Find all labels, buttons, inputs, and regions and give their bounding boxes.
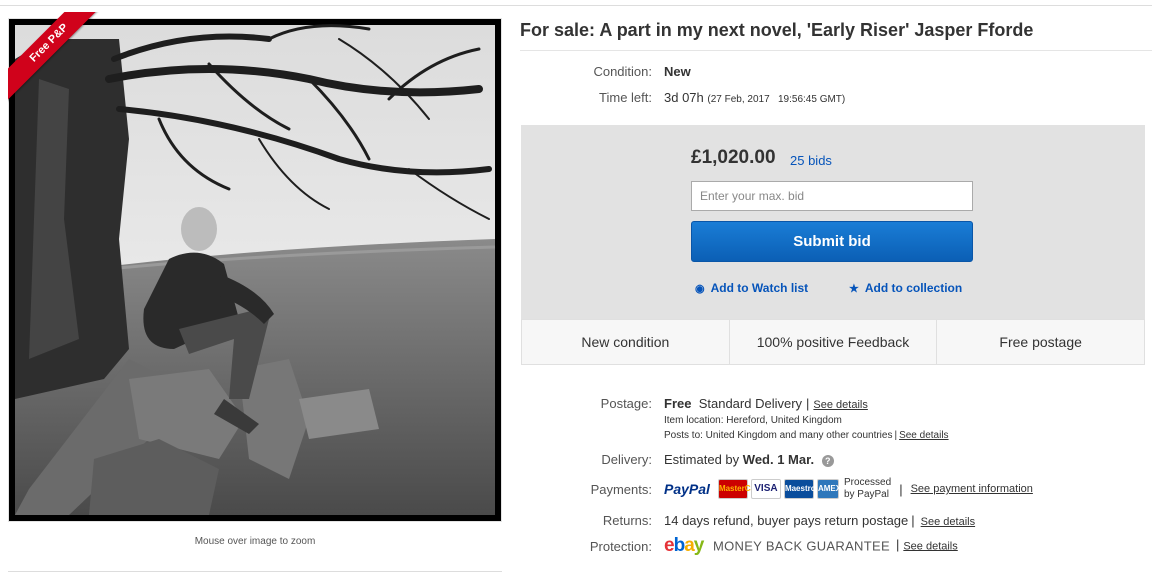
time-left-value: 3d 07h (27 Feb, 2017 19:56:45 GMT) bbox=[664, 90, 845, 105]
condition-label: Condition: bbox=[593, 64, 652, 79]
feature-strip: New condition 100% positive Feedback Fre… bbox=[521, 319, 1145, 365]
bid-count-link[interactable]: 25 bids bbox=[790, 153, 832, 168]
gallery-divider bbox=[8, 571, 502, 572]
postage-free: Free bbox=[664, 396, 692, 411]
delivery-label: Delivery: bbox=[601, 452, 652, 467]
help-icon[interactable]: ? bbox=[821, 454, 834, 467]
returns-label: Returns: bbox=[602, 513, 652, 528]
payments-label: Payments: bbox=[590, 482, 652, 497]
returns-text: 14 days refund, buyer pays return postag… bbox=[664, 513, 909, 528]
payments-value: PayPal MasterCard VISA Maestro AMEX Proc… bbox=[664, 477, 1033, 500]
posts-to-text: Posts to: United Kingdom and many other … bbox=[664, 430, 893, 441]
add-to-watchlist-link[interactable]: ◉ Add to Watch list bbox=[695, 281, 808, 295]
postage-service: Standard Delivery bbox=[698, 396, 803, 411]
star-icon: ★ bbox=[849, 283, 859, 295]
delivery-date: Wed. 1 Mar. bbox=[742, 452, 815, 467]
posts-to-see-details-link[interactable]: See details bbox=[899, 430, 948, 441]
paypal-logo: PayPal bbox=[664, 481, 710, 497]
postage-value: Free Standard Delivery | See details bbox=[664, 396, 868, 411]
delivery-prefix: Estimated by bbox=[664, 452, 740, 467]
payment-info-link[interactable]: See payment information bbox=[911, 483, 1033, 495]
mastercard-icon: MasterCard bbox=[717, 479, 763, 499]
free-pp-ribbon: Free P&P bbox=[8, 12, 118, 122]
visa-icon: VISA bbox=[750, 479, 781, 499]
time-left-end-date: (27 Feb, 2017 19:56:45 GMT) bbox=[707, 94, 846, 105]
protection-see-details-link[interactable]: See details bbox=[903, 540, 957, 552]
feature-new-condition: New condition bbox=[522, 320, 730, 364]
top-divider bbox=[0, 0, 1152, 6]
eye-icon: ◉ bbox=[695, 283, 705, 295]
ebay-logo: ebay bbox=[664, 535, 704, 556]
item-location: Item location: Hereford, United Kingdom bbox=[664, 415, 842, 426]
feature-free-postage: Free postage bbox=[999, 334, 1082, 350]
bid-panel: £1,020.00 25 bids Submit bid ◉ Add to Wat… bbox=[521, 125, 1145, 319]
delivery-value: Estimated by Wed. 1 Mar. ? bbox=[664, 452, 834, 467]
listing-title: For sale: A part in my next novel, 'Earl… bbox=[520, 20, 1034, 40]
add-to-collection-link[interactable]: ★ Add to collection bbox=[849, 281, 962, 295]
submit-bid-button[interactable]: Submit bid bbox=[691, 221, 973, 262]
max-bid-input[interactable] bbox=[691, 181, 973, 211]
returns-value: 14 days refund, buyer pays return postag… bbox=[664, 513, 976, 528]
returns-see-details-link[interactable]: See details bbox=[921, 516, 975, 528]
processed-by-paypal: Processed by PayPal bbox=[843, 477, 892, 500]
protection-value: ebay MONEY BACK GUARANTEE | See details bbox=[664, 535, 958, 556]
amex-icon: AMEX bbox=[816, 479, 841, 499]
money-back-guarantee: MONEY BACK GUARANTEE bbox=[712, 538, 890, 554]
feature-positive-feedback: 100% positive Feedback bbox=[730, 320, 938, 364]
postage-see-details-link[interactable]: See details bbox=[813, 399, 867, 411]
posts-to: Posts to: United Kingdom and many other … bbox=[664, 430, 949, 441]
collection-label: Add to collection bbox=[864, 281, 963, 295]
condition-value: New bbox=[664, 64, 691, 79]
protection-label: Protection: bbox=[589, 539, 652, 554]
free-pp-ribbon-label: Free P&P bbox=[8, 12, 110, 104]
watchlist-label: Add to Watch list bbox=[710, 281, 809, 295]
postage-label: Postage: bbox=[600, 396, 652, 411]
zoom-hint: Mouse over image to zoom bbox=[194, 536, 316, 547]
time-left-remaining: 3d 07h bbox=[664, 90, 704, 105]
current-price: £1,020.00 bbox=[691, 147, 776, 168]
title-divider bbox=[520, 50, 1152, 51]
time-left-label: Time left: bbox=[599, 90, 652, 105]
maestro-icon: Maestro bbox=[783, 479, 816, 499]
